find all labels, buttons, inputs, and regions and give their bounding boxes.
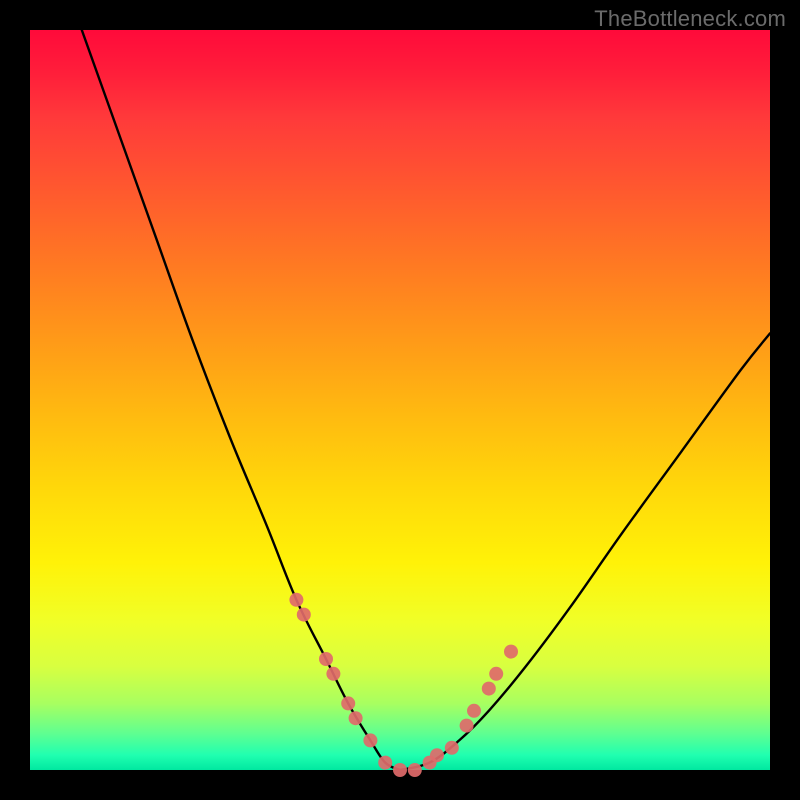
highlight-dot [341,696,355,710]
highlight-dot [460,719,474,733]
highlight-dot [326,667,340,681]
highlight-dot [297,608,311,622]
highlight-dot [482,682,496,696]
highlight-dot [378,756,392,770]
highlight-dot [349,711,363,725]
plot-area [30,30,770,770]
chart-svg [30,30,770,770]
highlight-dot [445,741,459,755]
highlight-dot [430,748,444,762]
highlight-dot [393,763,407,777]
watermark-text: TheBottleneck.com [594,6,786,32]
curve-left-branch [82,30,400,770]
highlight-dot [408,763,422,777]
highlight-dot [363,733,377,747]
curve-right-branch [400,333,770,770]
highlight-dot [467,704,481,718]
highlight-dot [489,667,503,681]
series-group [82,30,770,770]
highlight-dot [289,593,303,607]
highlight-dot [319,652,333,666]
dots-group [289,593,518,777]
highlight-dot [504,645,518,659]
chart-frame: TheBottleneck.com [0,0,800,800]
